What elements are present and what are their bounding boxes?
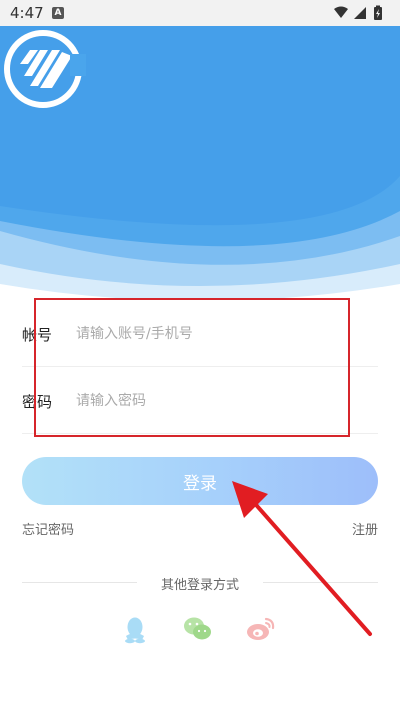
annotation-arrow xyxy=(232,481,372,636)
